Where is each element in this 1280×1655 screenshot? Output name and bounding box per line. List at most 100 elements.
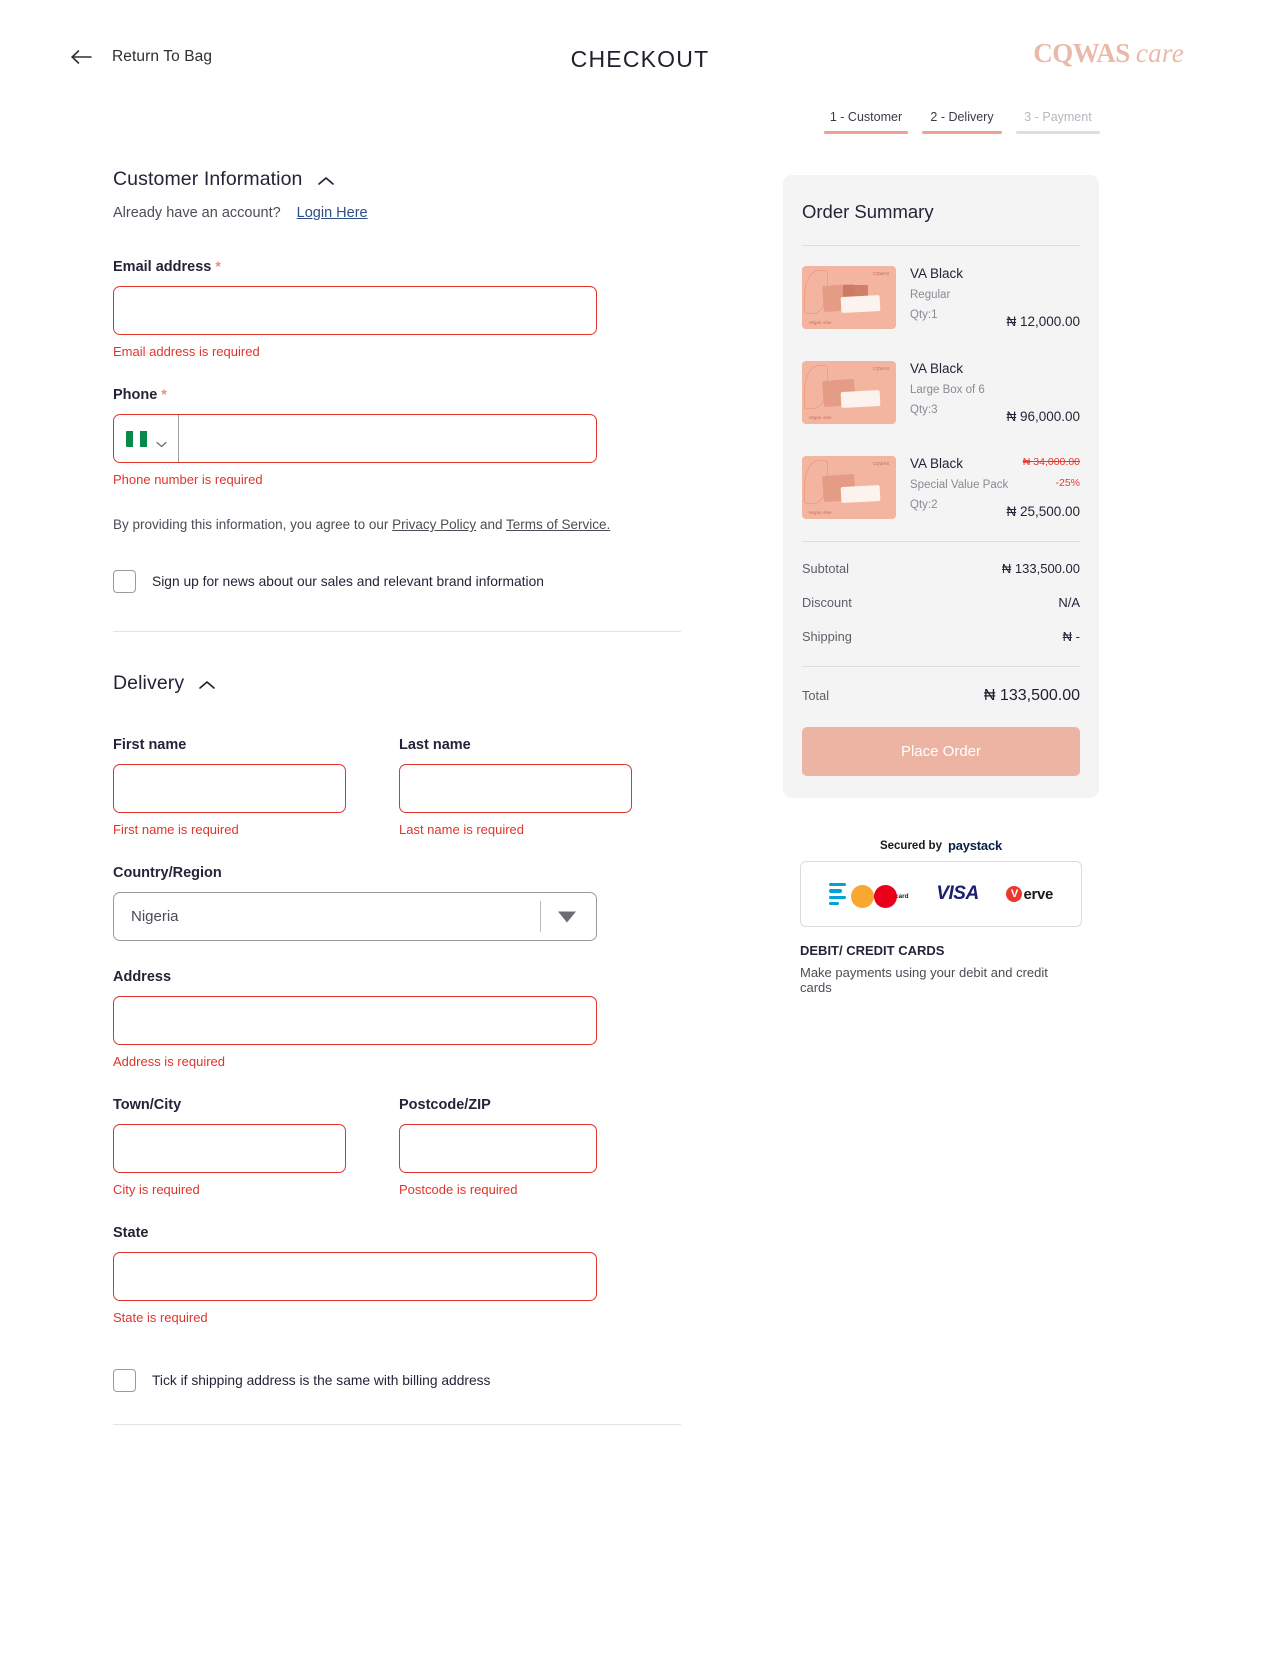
phone-label: Phone	[113, 387, 158, 403]
chevron-up-icon[interactable]	[317, 174, 335, 186]
product-discount-badge: -25%	[1055, 477, 1080, 489]
legal-and: and	[476, 517, 506, 532]
chevron-up-icon[interactable]	[198, 678, 216, 690]
city-label: Town/City	[113, 1097, 182, 1113]
step-payment-bar	[1016, 131, 1100, 134]
product-variant: Regular	[910, 289, 951, 301]
first-name-error: First name is required	[113, 822, 239, 837]
terms-of-service-link[interactable]: Terms of Service.	[506, 517, 610, 532]
login-here-link[interactable]: Login Here	[297, 205, 368, 221]
email-label-row: Email address *	[113, 259, 683, 275]
verve-icon: Verve	[1006, 886, 1053, 903]
brand-logo: CQWAS care	[1033, 38, 1184, 69]
customer-information-header[interactable]: Customer Information	[113, 168, 683, 191]
discount-row: Discount N/A	[802, 576, 1080, 610]
delivery-title: Delivery	[113, 672, 185, 694]
step-delivery-label: 2 - Delivery	[930, 110, 994, 124]
select-separator	[540, 901, 541, 932]
same-address-checkbox-row[interactable]: Tick if shipping address is the same wit…	[113, 1369, 683, 1392]
state-input[interactable]	[113, 1252, 597, 1301]
page-header: Return To Bag CHECKOUT CQWAS care	[0, 0, 1280, 100]
brand-logo-suffix: care	[1135, 38, 1184, 68]
first-name-input[interactable]	[113, 764, 346, 813]
bank-transfer-icon	[828, 883, 846, 905]
order-summary-title: Order Summary	[802, 201, 934, 222]
order-item: CQWAS Vegan Aloe VA Black Regular Qty:1 ₦…	[802, 246, 1080, 329]
product-price: ₦ 96,000.00	[1006, 409, 1080, 424]
subtotal-label: Subtotal	[802, 561, 849, 576]
same-address-checkbox[interactable]	[113, 1369, 136, 1392]
name-fields-row: First name First name is required Last n…	[113, 737, 683, 837]
account-prompt-row: Already have an account? Login Here	[113, 205, 683, 221]
last-name-input[interactable]	[399, 764, 632, 813]
newsletter-checkbox[interactable]	[113, 570, 136, 593]
step-customer[interactable]: 1 - Customer	[824, 110, 908, 134]
secured-by-row: Secured by paystack	[800, 838, 1082, 853]
subtotal-value: ₦ 133,500.00	[1001, 561, 1080, 576]
newsletter-checkbox-row[interactable]: Sign up for news about our sales and rel…	[113, 570, 683, 593]
address-group: Address Address is required	[113, 969, 683, 1069]
order-summary-body: Order Summary CQWAS Vegan Aloe VA Black R…	[783, 175, 1099, 519]
first-name-group: First name First name is required	[113, 737, 346, 837]
payment-caption-text: Make payments using your debit and credi…	[800, 965, 1048, 995]
product-thumbnail: CQWAS Vegan Aloe	[802, 361, 896, 424]
first-name-label: First name	[113, 737, 187, 753]
city-input[interactable]	[113, 1124, 346, 1173]
dropdown-arrow-icon	[558, 911, 576, 922]
state-label: State	[113, 1225, 149, 1241]
step-delivery[interactable]: 2 - Delivery	[922, 110, 1002, 134]
product-price: ₦ 25,500.00	[1006, 504, 1080, 519]
phone-label-row: Phone *	[113, 387, 683, 403]
order-item-info: VA Black Large Box of 6 Qty:3 ₦ 96,000.0…	[910, 361, 1080, 424]
place-order-button[interactable]: Place Order	[802, 727, 1080, 776]
required-asterisk: *	[215, 258, 221, 274]
chevron-down-icon	[155, 435, 167, 448]
mastercard-icon: mastercard	[850, 885, 909, 908]
step-delivery-bar	[922, 131, 1002, 134]
order-summary-card: Order Summary CQWAS Vegan Aloe VA Black R…	[783, 175, 1099, 798]
country-label: Country/Region	[113, 865, 222, 881]
legal-prefix: By providing this information, you agree…	[113, 517, 393, 532]
country-select[interactable]: Nigeria	[113, 892, 597, 941]
email-input[interactable]	[113, 286, 597, 335]
city-error: City is required	[113, 1182, 200, 1197]
product-name: VA Black	[910, 361, 964, 376]
brand-logo-mark: CQWAS	[1033, 38, 1130, 68]
address-error: Address is required	[113, 1054, 225, 1069]
payment-methods-box: mastercard VISA Verve	[800, 861, 1082, 927]
shipping-label: Shipping	[802, 629, 852, 644]
postcode-error: Postcode is required	[399, 1182, 518, 1197]
address-label: Address	[113, 969, 172, 985]
legal-consent-text: By providing this information, you agree…	[113, 517, 683, 532]
subtotal-row: Subtotal ₦ 133,500.00	[802, 542, 1080, 576]
product-name: VA Black	[910, 266, 964, 281]
privacy-policy-link[interactable]: Privacy Policy	[392, 517, 476, 532]
order-totals: Subtotal ₦ 133,500.00 Discount N/A Shipp…	[783, 541, 1099, 727]
phone-input-group	[113, 414, 597, 463]
address-input[interactable]	[113, 996, 597, 1045]
postcode-label: Postcode/ZIP	[399, 1097, 491, 1113]
total-row: Total ₦ 133,500.00	[802, 667, 1080, 705]
postcode-group: Postcode/ZIP Postcode is required	[399, 1097, 597, 1197]
country-selected-value: Nigeria	[131, 908, 179, 925]
discount-value: N/A	[1058, 595, 1080, 610]
section-divider	[113, 631, 681, 632]
same-address-label: Tick if shipping address is the same wit…	[152, 1373, 491, 1388]
payment-caption-title: DEBIT/ CREDIT CARDS	[800, 943, 945, 958]
email-error: Email address is required	[113, 344, 260, 359]
step-payment[interactable]: 3 - Payment	[1016, 110, 1100, 134]
step-customer-label: 1 - Customer	[829, 110, 903, 124]
delivery-header[interactable]: Delivery	[113, 672, 683, 695]
secured-by-label: Secured by	[879, 839, 942, 852]
state-group: State State is required	[113, 1225, 683, 1325]
product-old-price: ₦ 34,000.00	[1022, 456, 1080, 468]
postcode-input[interactable]	[399, 1124, 597, 1173]
nigeria-flag-icon	[125, 430, 148, 447]
phone-number-input[interactable]	[179, 415, 596, 462]
country-code-selector[interactable]	[114, 415, 179, 462]
order-item: CQWAS Vegan Aloe VA Black Special Value P…	[802, 424, 1080, 519]
shipping-row: Shipping ₦ -	[802, 610, 1080, 644]
email-label: Email address	[113, 259, 212, 275]
checkout-form: Customer Information Already have an acc…	[113, 168, 683, 1425]
customer-information-title: Customer Information	[113, 168, 303, 190]
